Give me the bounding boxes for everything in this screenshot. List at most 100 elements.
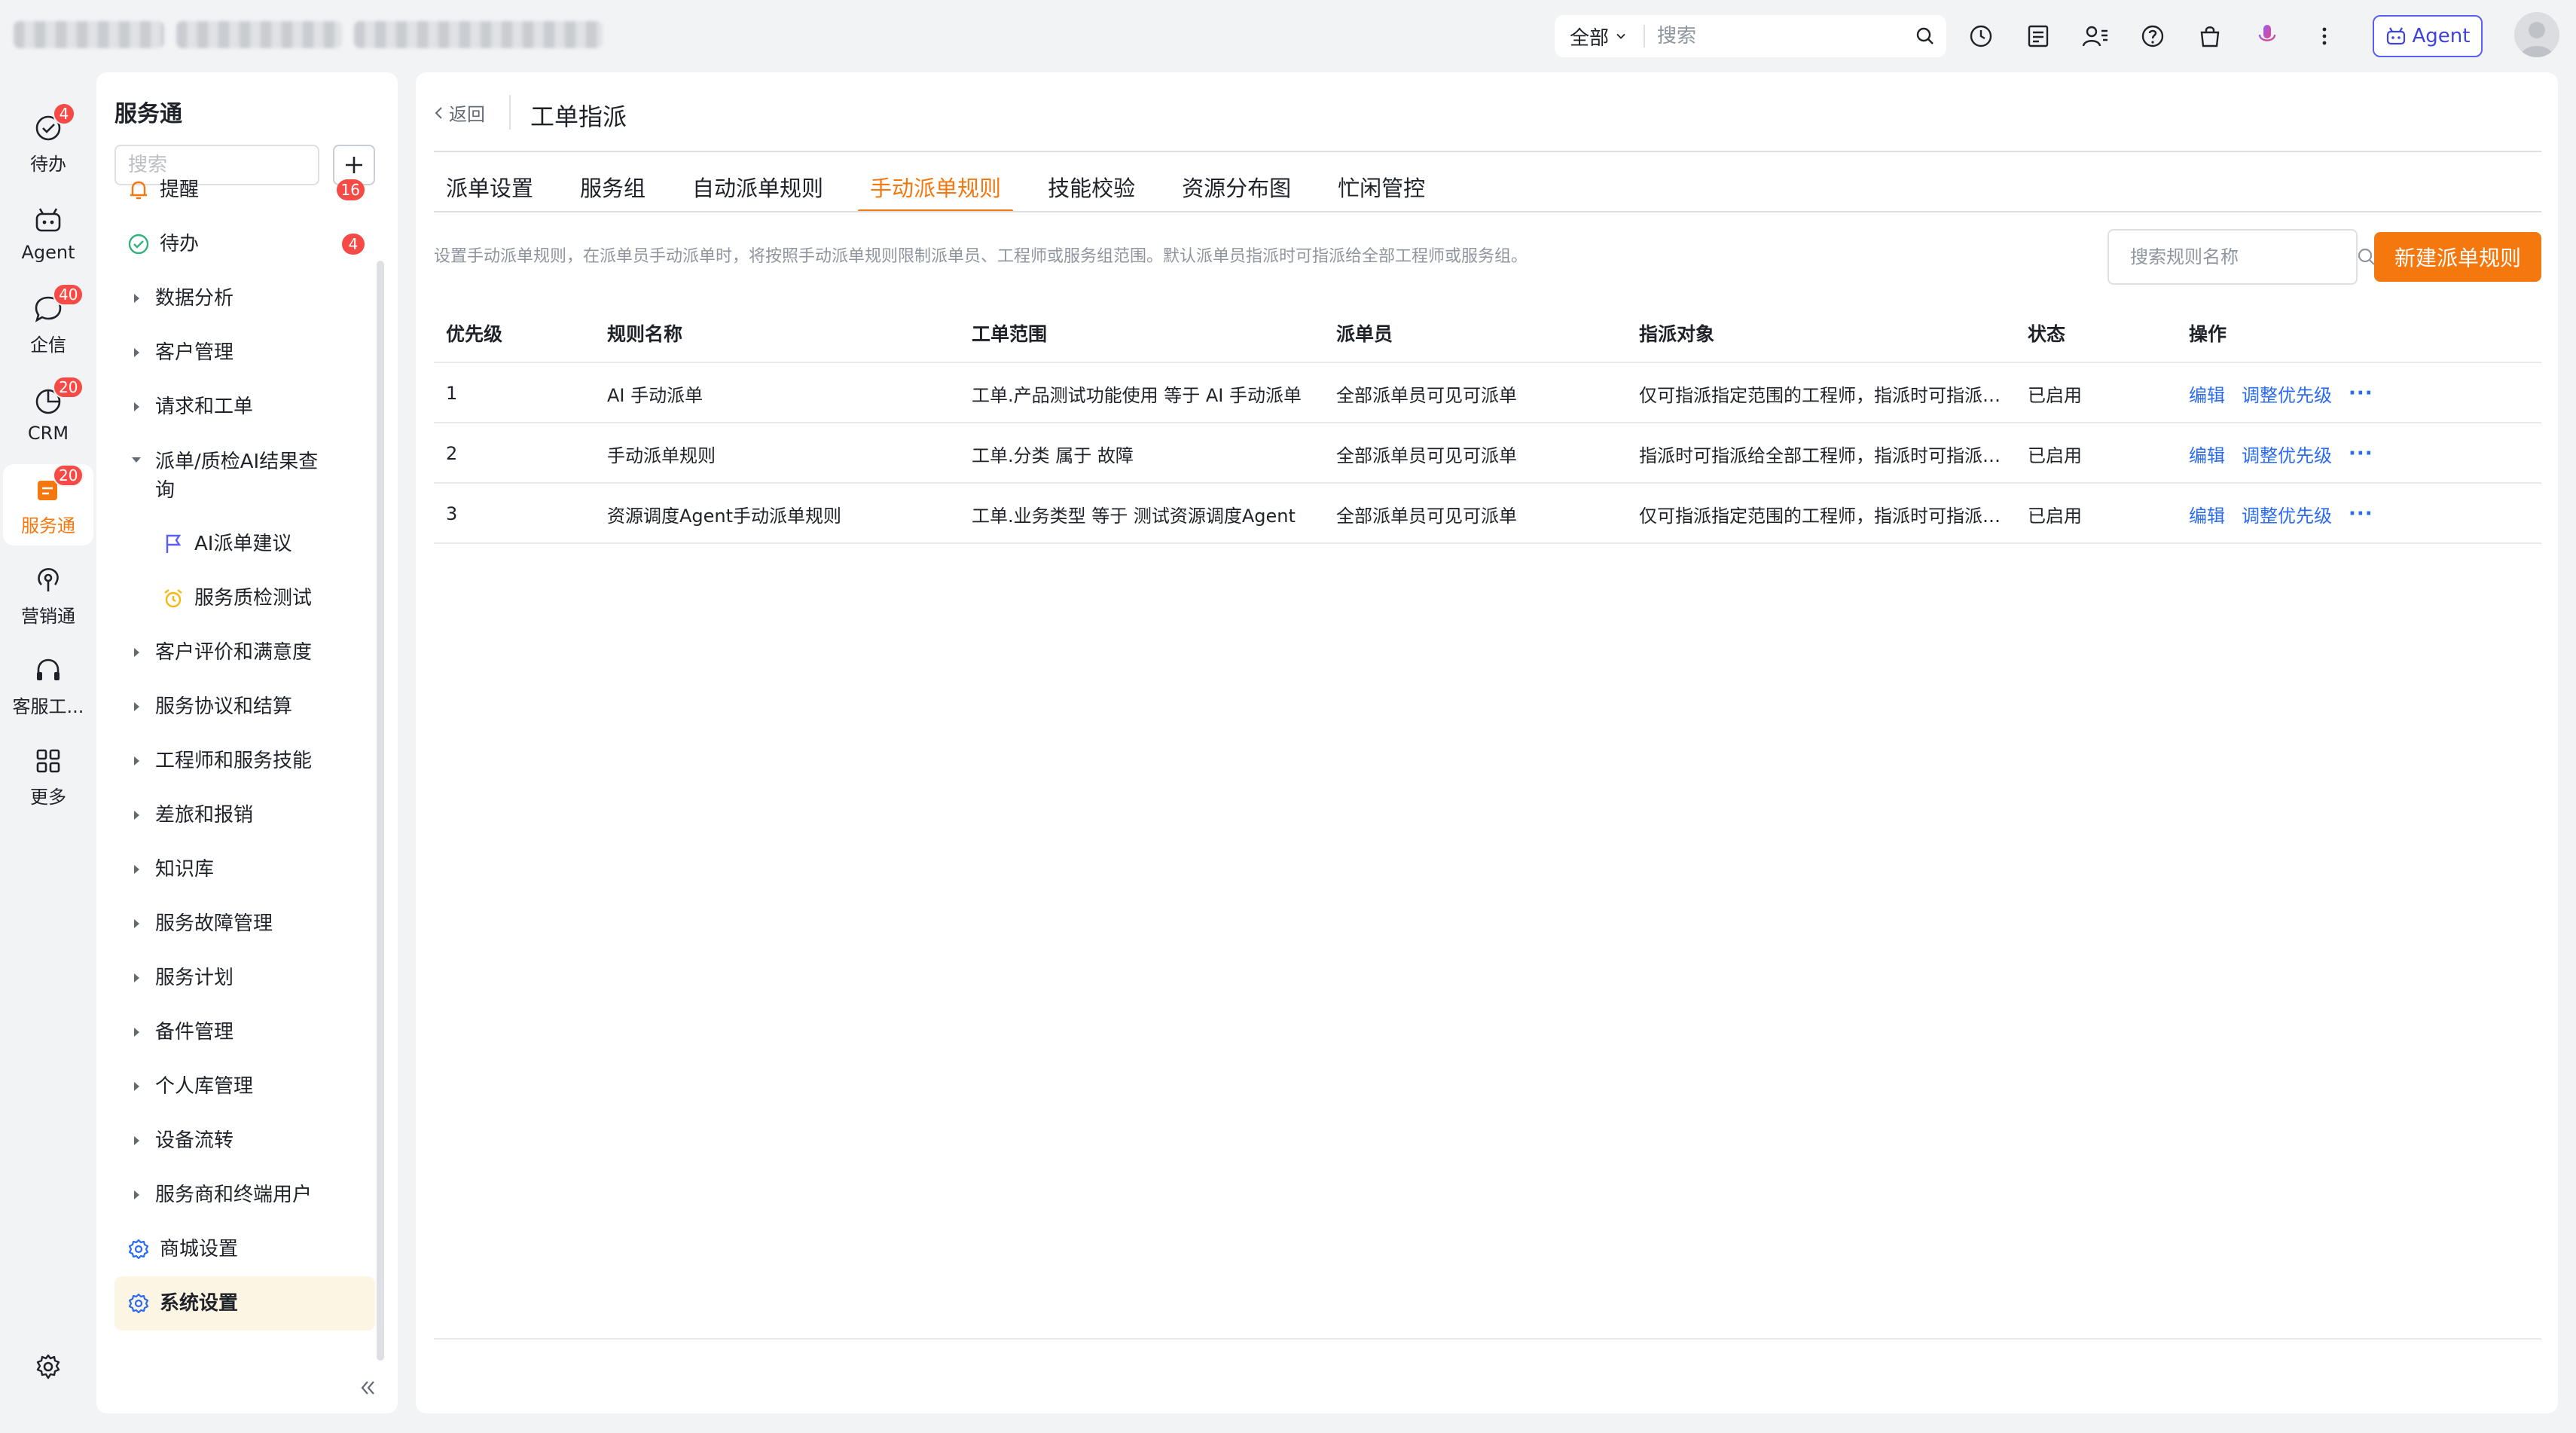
flag-icon <box>160 533 187 555</box>
scope-cell: 工单.分类 属于 故障 <box>972 445 1134 466</box>
rail-item-crm[interactable]: 20 CRM <box>3 374 93 455</box>
more-actions-icon[interactable]: ··· <box>2349 503 2373 525</box>
adjust-priority-link[interactable]: 调整优先级 <box>2242 380 2332 407</box>
rail-badge: 20 <box>53 463 84 487</box>
sidebar-item-ai-dispatch-suggestion[interactable]: AI派单建议 <box>114 517 375 571</box>
settings-gear-icon[interactable] <box>30 1349 66 1385</box>
sidebar-item-todo[interactable]: 待办 4 <box>114 217 375 271</box>
module-sidebar: 服务通 提醒 16 待办 4 数据分析 客户管理 <box>96 72 398 1413</box>
tab-resource-map[interactable]: 资源分布图 <box>1182 166 1291 211</box>
search-scope-select[interactable]: 全部 <box>1555 23 1644 50</box>
sidebar-item-customer-satisfaction[interactable]: 客户评价和满意度 <box>114 625 375 680</box>
sidebar-scrollbar[interactable] <box>377 261 384 1361</box>
collapse-sidebar-icon[interactable] <box>353 1373 383 1403</box>
target-text: 指派时可指派给全部工程师，指派时可指派给全部服务组 <box>1639 445 2017 466</box>
divider <box>434 211 2541 212</box>
rail-item-marketing[interactable]: 营销通 <box>3 555 93 636</box>
count-badge: 16 <box>336 179 365 200</box>
rail-item-more[interactable]: 更多 <box>3 735 93 817</box>
sidebar-item-mall-settings[interactable]: 商城设置 <box>114 1222 375 1276</box>
notes-icon[interactable] <box>2023 17 2053 56</box>
bag-icon[interactable] <box>2195 17 2225 56</box>
help-icon[interactable] <box>2138 17 2168 56</box>
divider <box>509 95 511 130</box>
scope-cell: 工单.产品测试功能使用 等于 AI 手动派单 <box>972 384 1302 406</box>
edit-link[interactable]: 编辑 <box>2189 501 2225 527</box>
sidebar-item-fault-management[interactable]: 服务故障管理 <box>114 897 375 951</box>
sidebar-item-service-agreement[interactable]: 服务协议和结算 <box>114 680 375 734</box>
caret-right-icon <box>125 1135 148 1147</box>
sidebar-item-knowledge-base[interactable]: 知识库 <box>114 842 375 897</box>
service-icon: 20 <box>32 463 84 506</box>
agent-button[interactable]: Agent <box>2373 15 2483 57</box>
sidebar-item-device-transfer[interactable]: 设备流转 <box>114 1114 375 1168</box>
edit-link[interactable]: 编辑 <box>2189 441 2225 467</box>
sidebar-item-data-analysis[interactable]: 数据分析 <box>114 271 375 325</box>
adjust-priority-link[interactable]: 调整优先级 <box>2242 441 2332 467</box>
target-text: 仅可指派指定范围的工程师，指派时可指派给全部服务组 <box>1639 384 2017 406</box>
sidebar-item-label: 服务故障管理 <box>155 912 273 935</box>
rule-search-input[interactable] <box>2109 246 2356 267</box>
sidebar-item-requests-tickets[interactable]: 请求和工单 <box>114 380 375 434</box>
bell-icon <box>125 179 152 201</box>
sidebar-item-spare-parts[interactable]: 备件管理 <box>114 1005 375 1059</box>
adjust-priority-link[interactable]: 调整优先级 <box>2242 501 2332 527</box>
sidebar-item-label: 数据分析 <box>155 287 234 310</box>
user-avatar[interactable] <box>2514 12 2559 57</box>
target-cell: 指派时可指派给全部工程师，指派时可指派给全部服务组 <box>1639 423 2017 484</box>
rail-item-todo[interactable]: 4 待办 <box>3 102 93 184</box>
gear-icon <box>125 1238 152 1260</box>
sidebar-item-label: 服务质检测试 <box>194 587 313 610</box>
top-bar: 全部 搜索 Agent <box>0 0 2576 72</box>
sidebar-item-system-settings[interactable]: 系统设置 <box>114 1276 375 1331</box>
back-link[interactable]: 返回 <box>434 99 485 126</box>
more-vertical-icon[interactable] <box>2309 17 2339 56</box>
sidebar-item-customer-management[interactable]: 客户管理 <box>114 325 375 380</box>
tab-dispatch-settings[interactable]: 派单设置 <box>446 166 533 211</box>
contacts-icon[interactable] <box>2080 17 2111 56</box>
mic-icon[interactable] <box>2252 17 2282 56</box>
column-header: 操作 <box>2189 323 2227 345</box>
grid-icon <box>32 744 65 778</box>
blurred-breadcrumb <box>14 21 609 50</box>
sidebar-item-reminder[interactable]: 提醒 16 <box>114 163 375 217</box>
chevron-left-icon <box>434 105 444 121</box>
sidebar-item-dispatch-ai-results[interactable]: 派单/质检AI结果查询 <box>114 434 375 517</box>
tab-bar: 派单设置 服务组 自动派单规则 手动派单规则 技能校验 资源分布图 忙闲管控 <box>446 166 1472 212</box>
clock-icon[interactable] <box>1966 17 1996 56</box>
actions-cell: 编辑 调整优先级 ··· <box>2189 484 2490 544</box>
tab-auto-dispatch-rules[interactable]: 自动派单规则 <box>692 166 823 211</box>
sidebar-item-providers-end-users[interactable]: 服务商和终端用户 <box>114 1168 375 1222</box>
sidebar-item-service-plan[interactable]: 服务计划 <box>114 951 375 1005</box>
table-row: 3 资源调度Agent手动派单规则 工单.业务类型 等于 测试资源调度Agent… <box>434 484 2541 544</box>
sidebar-item-travel-expense[interactable]: 差旅和报销 <box>114 788 375 842</box>
more-actions-icon[interactable]: ··· <box>2349 382 2373 405</box>
rail-badge: 20 <box>53 376 84 399</box>
page-description: 设置手动派单规则，在派单员手动派单时，将按照手动派单规则限制派单员、工程师或服务… <box>434 247 1528 266</box>
sidebar-item-label: AI派单建议 <box>194 533 292 555</box>
rule-name-cell: 资源调度Agent手动派单规则 <box>607 505 842 527</box>
more-actions-icon[interactable]: ··· <box>2349 442 2373 465</box>
global-search-input[interactable] <box>1645 25 1904 47</box>
sidebar-item-personal-inventory[interactable]: 个人库管理 <box>114 1059 375 1114</box>
rail-item-customer-service[interactable]: 客服工... <box>3 645 93 726</box>
caret-right-icon <box>125 972 148 984</box>
sidebar-item-label: 请求和工单 <box>155 396 254 418</box>
scope-cell: 工单.业务类型 等于 测试资源调度Agent <box>972 505 1296 527</box>
rail-item-chat[interactable]: 40 企信 <box>3 283 93 365</box>
tab-service-groups[interactable]: 服务组 <box>580 166 646 211</box>
sidebar-item-quality-inspection-test[interactable]: 服务质检测试 <box>114 571 375 625</box>
page-title: 工单指派 <box>530 102 627 131</box>
tab-skill-validation[interactable]: 技能校验 <box>1048 166 1135 211</box>
rail-item-agent[interactable]: Agent <box>3 193 93 274</box>
global-search-bar: 全部 <box>1555 15 1946 57</box>
new-dispatch-rule-button[interactable]: 新建派单规则 <box>2374 232 2541 282</box>
sidebar-item-label: 服务协议和结算 <box>155 695 293 718</box>
target-text: 仅可指派指定范围的工程师，指派时可指派给全部服务组 <box>1639 505 2017 527</box>
rail-item-service[interactable]: 20 服务通 <box>3 463 93 545</box>
tab-manual-dispatch-rules[interactable]: 手动派单规则 <box>858 166 1014 212</box>
search-icon[interactable] <box>1904 15 1946 57</box>
edit-link[interactable]: 编辑 <box>2189 380 2225 407</box>
sidebar-item-engineers-skills[interactable]: 工程师和服务技能 <box>114 734 375 788</box>
tab-busy-control[interactable]: 忙闲管控 <box>1338 166 1425 211</box>
